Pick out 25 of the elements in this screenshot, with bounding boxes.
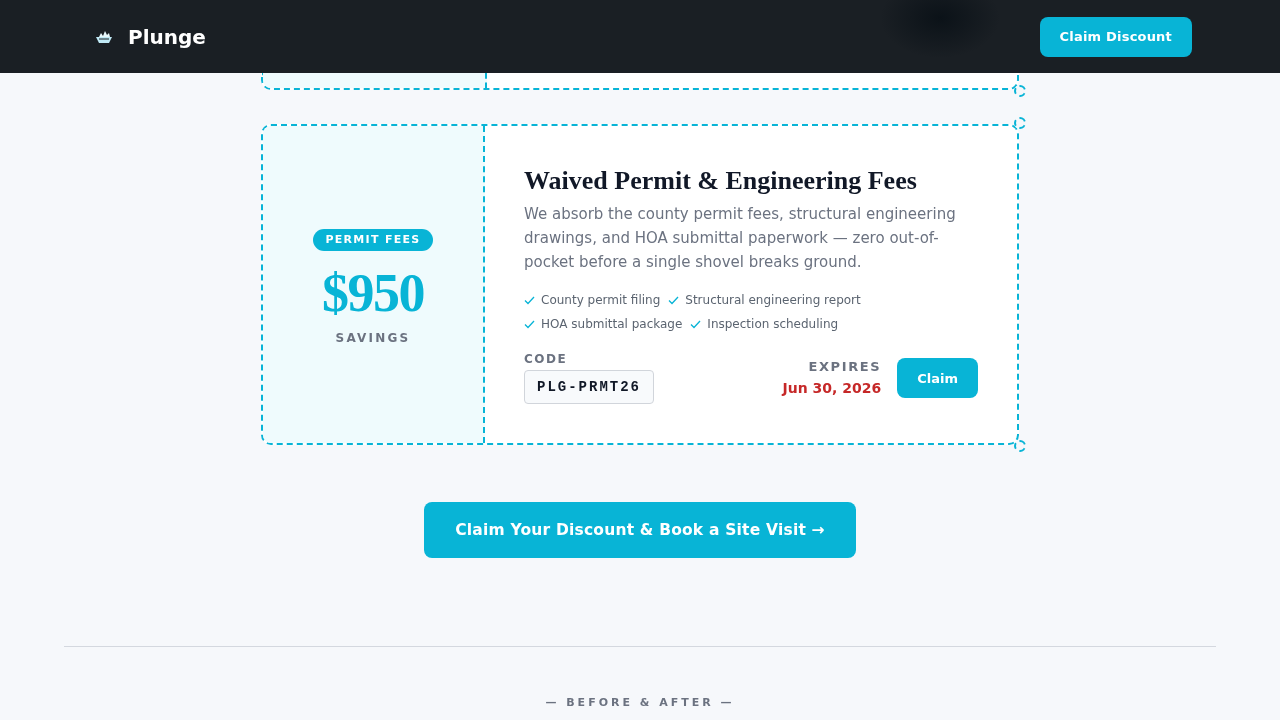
feature-text: HOA submittal package — [541, 316, 683, 332]
savings-amount: $950 — [322, 262, 424, 323]
coupon-description: We absorb the county permit fees, structural engineering drawings, and HOA submittal paperwork — zero out-of-pocket before a single shovel breaks ground. — [524, 204, 957, 273]
check-icon — [524, 319, 535, 329]
expires-label: EXPIRES — [807, 359, 882, 375]
category-badge: PERMIT FEES — [313, 228, 433, 251]
feature-text: Inspection scheduling — [707, 316, 839, 332]
check-icon — [668, 295, 680, 305]
claim-button[interactable]: Claim — [897, 358, 978, 398]
check-icon — [690, 319, 702, 329]
ticket-notch-icon — [1014, 440, 1026, 452]
code-label: CODE — [524, 352, 569, 366]
feature-text: Structural engineering report — [685, 292, 861, 308]
coupon-title: Waived Permit & Engineering Fees — [524, 166, 918, 196]
claim-and-book-button[interactable]: Claim Your Discount & Book a Site Visit → — [424, 502, 856, 558]
ticket-notch-icon — [1014, 85, 1026, 97]
splash-icon — [95, 29, 113, 44]
section-heading: — BEFORE & AFTER — — [544, 696, 736, 710]
check-icon — [524, 295, 535, 305]
expiry-date: Jun 30, 2026 — [782, 379, 882, 397]
promo-code: PLG-PRMT26 — [524, 370, 654, 404]
claim-discount-button[interactable]: Claim Discount — [1039, 16, 1192, 57]
savings-label: SAVINGS — [335, 330, 411, 345]
brand-logo-link[interactable]: Plunge — [95, 24, 206, 49]
feature-text: County permit filing — [541, 292, 661, 308]
